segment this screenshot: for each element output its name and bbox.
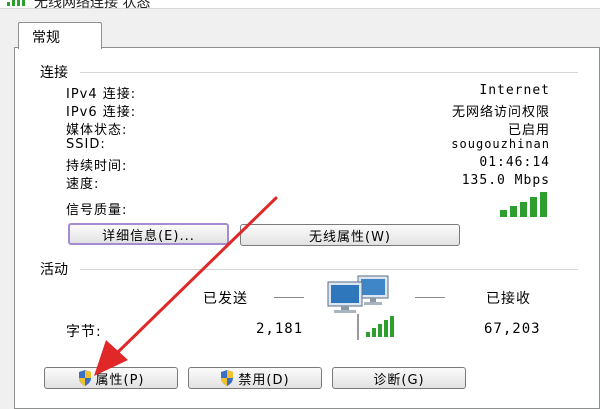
signal-quality-label: 信号质量: [66,203,128,218]
ipv4-label: IPv4 连接: [66,87,137,102]
disable-button[interactable]: 禁用(D) [188,367,322,389]
sent-dash [274,297,304,298]
ssid-label: SSID: [66,137,106,152]
ipv4-value: Internet [479,83,550,98]
wireless-signal-icon [7,0,25,6]
sent-label: 已发送 [203,291,248,307]
speed-value: 135.0 Mbps [461,173,550,188]
uac-shield-icon [78,370,91,386]
bytes-received-value: 67,203 [484,321,541,337]
ipv6-value: 无网络访问权限 [451,105,550,120]
ssid-value: sougouzhinan [451,137,550,151]
row-speed: 速度: 135.0 Mbps [66,173,550,192]
network-computers-icon [327,275,394,340]
row-ssid: SSID: sougouzhinan [66,137,550,155]
bytes-sent-value: 2,181 [256,321,304,337]
row-duration: 持续时间: 01:46:14 [66,155,550,174]
signal-bars-icon [500,192,547,217]
diagnose-button-label: 诊断(G) [373,372,425,388]
connection-section-label: 连接 [40,65,68,81]
row-media-state: 媒体状态: 已启用 [66,119,550,138]
received-dash [415,297,445,298]
connection-separator [80,72,578,73]
duration-label: 持续时间: [66,159,128,174]
title-bar: 无线网络连接 状态 [0,0,600,11]
tab-general[interactable]: 常规 [18,22,102,49]
properties-button[interactable]: 属性(P) [44,367,178,389]
details-button[interactable]: 详细信息(E)... [68,223,229,245]
speed-label: 速度: [66,177,100,192]
properties-button-label: 属性(P) [95,372,145,388]
received-label: 已接收 [486,291,531,307]
tab-general-label: 常规 [32,30,60,46]
wireless-properties-button[interactable]: 无线属性(W) [240,224,460,246]
row-ipv6: IPv6 连接: 无网络访问权限 [66,101,550,120]
activity-section-label: 活动 [40,262,68,278]
uac-shield-icon [221,370,234,386]
media-state-value: 已启用 [507,123,550,138]
activity-separator [80,269,578,270]
duration-value: 01:46:14 [479,155,550,170]
row-ipv4: IPv4 连接: Internet [66,83,550,102]
details-button-label: 详细信息(E)... [102,228,195,244]
ipv6-label: IPv6 连接: [66,105,137,120]
media-state-label: 媒体状态: [66,123,128,138]
disable-button-label: 禁用(D) [238,372,290,388]
window-title: 无线网络连接 状态 [34,0,151,11]
bytes-label: 字节: [66,324,102,340]
diagnose-button[interactable]: 诊断(G) [332,367,466,389]
wireless-properties-button-label: 无线属性(W) [309,229,391,245]
